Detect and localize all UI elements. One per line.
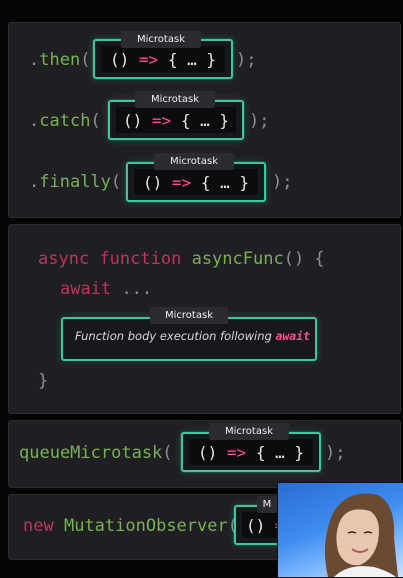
arrow-function: () => { … } — [198, 443, 304, 462]
then-close: ); — [236, 50, 257, 70]
finally-line: .finally( — [29, 172, 122, 192]
finally-close: ); — [272, 172, 293, 192]
webcam-overlay — [277, 482, 403, 578]
queue-microtask-panel: queueMicrotask( () => { … } Microtask ); — [8, 420, 401, 488]
then-method: then — [39, 50, 81, 70]
async-signature: async function asyncFunc() { — [38, 249, 325, 269]
microtask-tag-partial: M — [257, 496, 277, 513]
arrow-function: () => { … } — [143, 173, 249, 192]
catch-close: ); — [249, 111, 270, 131]
await-line: await ... — [60, 279, 153, 299]
person-icon — [324, 493, 398, 577]
queue-microtask-close: ); — [325, 443, 346, 463]
queue-microtask-line: queueMicrotask( — [19, 443, 173, 463]
continuation-note: Function body execution following await — [75, 329, 311, 343]
catch-method: catch — [39, 111, 91, 131]
async-function-panel: async function asyncFunc() { await ... F… — [8, 224, 401, 414]
then-line: .then( — [29, 50, 91, 70]
microtask-tag: Microtask — [150, 307, 228, 324]
microtask-tag: Microtask — [154, 153, 234, 170]
promise-methods-panel: .then( () => { … } Microtask ); .catch( … — [8, 22, 401, 218]
microtask-tag: Microtask — [121, 31, 201, 48]
closing-brace: } — [38, 371, 49, 391]
mutation-observer-line: new MutationObserver( — [23, 516, 238, 536]
finally-method: finally — [39, 172, 111, 192]
arrow-function: () => { … } — [110, 50, 216, 69]
microtask-tag: Microtask — [209, 423, 289, 440]
microtask-tag: Microtask — [135, 91, 215, 108]
arrow-function: () => { … } — [123, 111, 229, 130]
catch-line: .catch( — [29, 111, 101, 131]
